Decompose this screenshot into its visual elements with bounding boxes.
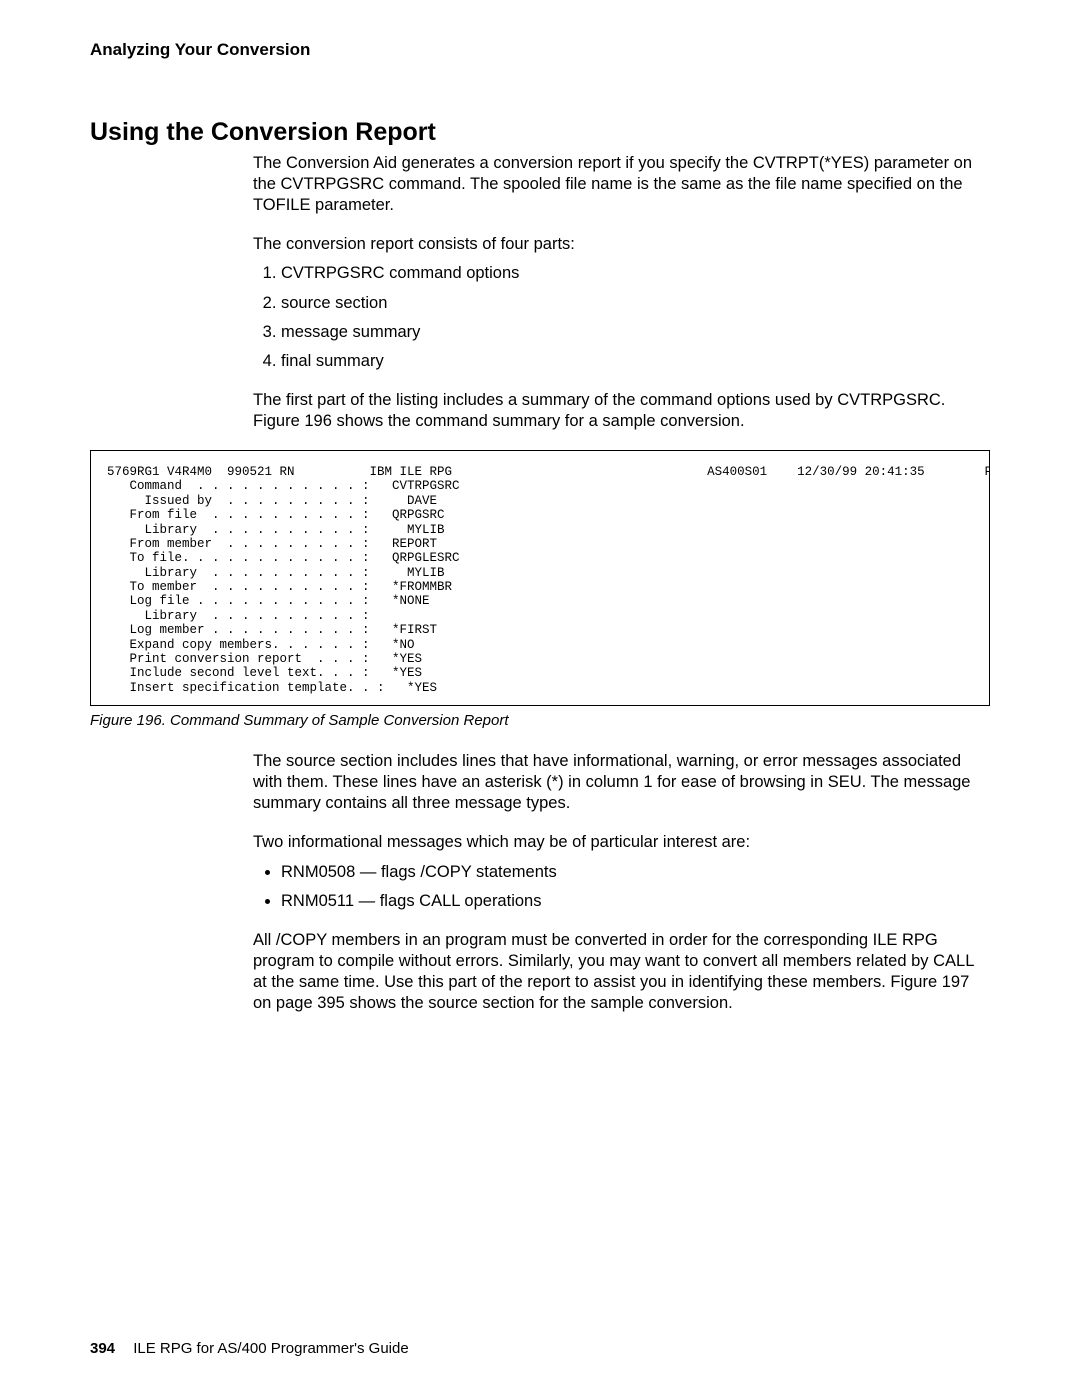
list-item: message summary	[281, 322, 990, 343]
figure-196-listing: 5769RG1 V4R4M0 990521 RN IBM ILE RPG AS4…	[90, 450, 990, 706]
list-item: RNM0508 — flags /COPY statements	[281, 862, 990, 883]
body-block-1: The Conversion Aid generates a conversio…	[253, 153, 990, 432]
section-heading: Using the Conversion Report	[90, 118, 990, 147]
page-container: Analyzing Your Conversion Using the Conv…	[0, 0, 1080, 1397]
body-block-2: The source section includes lines that h…	[253, 751, 990, 1014]
book-title: ILE RPG for AS/400 Programmer's Guide	[133, 1340, 408, 1357]
list-item: final summary	[281, 351, 990, 372]
numbered-list-parts: CVTRPGSRC command options source section…	[253, 263, 990, 371]
bullet-list-messages: RNM0508 — flags /COPY statements RNM0511…	[253, 862, 990, 912]
list-item: CVTRPGSRC command options	[281, 263, 990, 284]
paragraph-figure-ref: The first part of the listing includes a…	[253, 390, 990, 432]
paragraph-source-section: The source section includes lines that h…	[253, 751, 990, 814]
page-footer: 394 ILE RPG for AS/400 Programmer's Guid…	[90, 1340, 409, 1357]
paragraph-intro-1: The Conversion Aid generates a conversio…	[253, 153, 990, 216]
page-number: 394	[90, 1340, 115, 1357]
paragraph-copy-members: All /COPY members in an program must be …	[253, 930, 990, 1014]
paragraph-msg-intro: Two informational messages which may be …	[253, 832, 990, 853]
paragraph-list-intro: The conversion report consists of four p…	[253, 234, 990, 255]
figure-196-caption: Figure 196. Command Summary of Sample Co…	[90, 712, 990, 729]
list-item: source section	[281, 293, 990, 314]
list-item: RNM0511 — flags CALL operations	[281, 891, 990, 912]
running-header: Analyzing Your Conversion	[90, 40, 990, 60]
